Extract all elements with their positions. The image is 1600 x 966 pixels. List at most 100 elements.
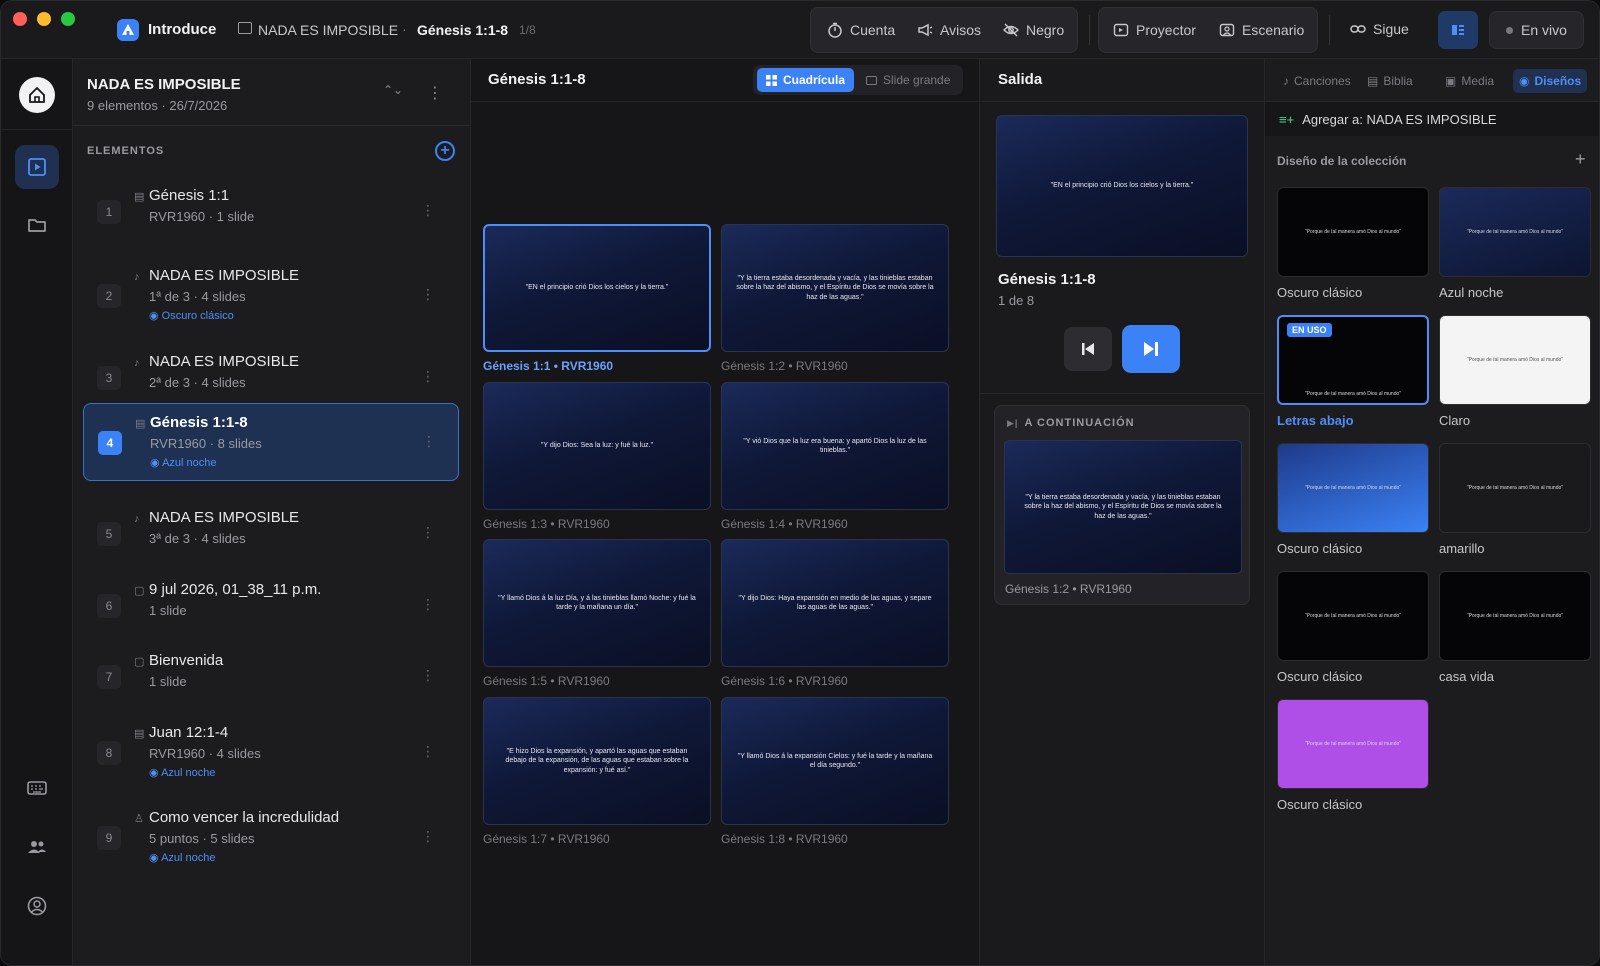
design-sample-text: "Porque de tal manera amó Dios al mundo" (1466, 485, 1564, 491)
element-row-5[interactable]: 5 ♪ NADA ES IMPOSIBLE 3ª de 3 · 4 slides ⋮ (83, 501, 459, 567)
design-card[interactable]: "Porque de tal manera amó Dios al mundo" (1277, 443, 1429, 533)
rail-keyboard-button[interactable] (15, 766, 59, 810)
layout-toggle-button[interactable] (1438, 11, 1478, 49)
rail-divider (1, 129, 73, 130)
tab-media[interactable]: ▣ Media (1439, 69, 1500, 93)
grid-view-button[interactable]: Cuadrícula (757, 68, 855, 92)
slide-thumbnail[interactable]: "EN el principio crió Dios los cielos y … (483, 224, 711, 352)
element-number: 9 (97, 826, 121, 850)
slide-thumbnail[interactable]: "Y vió Dios que la luz era buena: y apar… (721, 382, 949, 510)
rail-account-button[interactable] (15, 884, 59, 928)
more-vertical-icon[interactable]: ⋮ (427, 83, 443, 103)
breadcrumb-list[interactable]: NADA ES IMPOSIBLE (258, 22, 398, 38)
more-vertical-icon[interactable]: ⋮ (421, 524, 435, 541)
design-card[interactable]: "Porque de tal manera amó Dios al mundo" (1277, 571, 1429, 661)
chevron-up-down-icon[interactable]: ⌃⌄ (383, 83, 403, 97)
output-position: 1 de 8 (998, 293, 1035, 308)
tab-bible[interactable]: ▤ Biblia (1361, 69, 1419, 93)
design-card[interactable]: "Porque de tal manera amó Dios al mundo" (1439, 571, 1591, 661)
element-row-3[interactable]: 3 ♪ NADA ES IMPOSIBLE 2ª de 3 · 4 slides ⋮ (83, 345, 459, 411)
follow-button[interactable]: Sigue (1350, 7, 1409, 51)
black-screen-button[interactable]: Negro (1003, 8, 1064, 52)
slide-thumbnail[interactable]: "Y llamó Dios á la expansión Cielos: y f… (721, 697, 949, 825)
go-live-button[interactable]: En vivo (1489, 11, 1584, 49)
rail-present-button[interactable] (15, 145, 59, 189)
more-vertical-icon[interactable]: ⋮ (421, 286, 435, 303)
stage-label: Escenario (1242, 22, 1305, 38)
element-theme: ◉ Oscuro clásico (149, 309, 234, 322)
element-row-6[interactable]: 6 ▢ 9 jul 2026, 01_38_11 p.m. 1 slide ⋮ (83, 573, 459, 639)
more-vertical-icon[interactable]: ⋮ (421, 828, 435, 845)
zoom-window-button[interactable] (61, 12, 75, 26)
element-row-7[interactable]: 7 ▢ Bienvenida 1 slide ⋮ (83, 644, 459, 710)
home-button[interactable] (19, 77, 55, 113)
design-card[interactable]: EN USO "Porque de tal manera amó Dios al … (1277, 315, 1429, 405)
rail-library-button[interactable] (15, 203, 59, 247)
nav-rail (1, 59, 73, 965)
more-vertical-icon[interactable]: ⋮ (421, 667, 435, 684)
up-next-text: "Y la tierra estaba desordenada y vacía,… (1024, 493, 1222, 520)
design-sample-text: "Porque de tal manera amó Dios al mundo" (1466, 229, 1564, 235)
panel-divider (980, 393, 1265, 394)
close-window-button[interactable] (13, 12, 27, 26)
design-card[interactable]: "Porque de tal manera amó Dios al mundo" (1439, 187, 1591, 277)
slide-thumbnail[interactable]: "Y la tierra estaba desordenada y vacía,… (721, 224, 949, 352)
large-slide-button[interactable]: Slide grande (857, 68, 959, 92)
add-design-button[interactable]: + (1575, 149, 1586, 170)
slide-thumbnail[interactable]: "Y dijo Dios: Sea la luz: y fué la luz." (483, 382, 711, 510)
add-to-service-button[interactable]: ≡+ Agregar a: NADA ES IMPOSIBLE (1265, 102, 1599, 136)
service-title[interactable]: NADA ES IMPOSIBLE (87, 76, 241, 93)
next-slide-button[interactable] (1122, 325, 1180, 373)
element-title: Génesis 1:1 (149, 187, 230, 204)
slide-thumbnail[interactable]: "Y llamó Dios á la luz Día, y á las tini… (483, 539, 711, 667)
countdown-button[interactable]: Cuenta (827, 8, 895, 52)
previous-slide-button[interactable] (1064, 327, 1112, 371)
design-card[interactable]: "Porque de tal manera amó Dios al mundo" (1439, 315, 1591, 405)
element-row-8[interactable]: 8 ▤ Juan 12:1-4 RVR1960 · 4 slides ◉ Azul no… (83, 714, 459, 792)
more-vertical-icon[interactable]: ⋮ (421, 743, 435, 760)
resources-panel: ♪ Canciones ▤ Biblia ▣ Media ◉ Diseños ≡+ Ag… (1265, 59, 1599, 965)
announcements-button[interactable]: Avisos (917, 8, 981, 52)
live-status-dot (1506, 26, 1514, 34)
minimize-window-button[interactable] (37, 12, 51, 26)
tab-songs[interactable]: ♪ Canciones (1277, 69, 1357, 93)
element-row-1[interactable]: 1 ▤ Génesis 1:1 RVR1960 · 1 slide ⋮ (83, 179, 459, 245)
design-card[interactable]: "Porque de tal manera amó Dios al mundo" (1439, 443, 1591, 533)
design-card[interactable]: "Porque de tal manera amó Dios al mundo" (1277, 187, 1429, 277)
projector-button[interactable]: Proyector (1113, 8, 1196, 52)
slide-thumbnail[interactable]: "E hizo Dios la expansión, y apartó las … (483, 697, 711, 825)
design-name: Oscuro clásico (1277, 797, 1363, 812)
breadcrumb-current: Génesis 1:1-8 (417, 22, 509, 38)
breadcrumb-separator: · (402, 21, 407, 37)
element-row-2[interactable]: 2 ♪ NADA ES IMPOSIBLE 1ª de 3 · 4 slides ◉ O… (83, 257, 459, 335)
music-icon: ♪ (134, 357, 140, 369)
palette-icon: ◉ (150, 457, 163, 469)
slide-thumbnail[interactable]: "Y dijo Dios: Haya expansión en medio de… (721, 539, 949, 667)
image-icon: ▣ (1445, 74, 1457, 88)
more-vertical-icon[interactable]: ⋮ (421, 202, 435, 219)
toolbar-group-outputs: Proyector Escenario (1098, 7, 1318, 53)
output-preview-text: "EN el principio crió Dios los cielos y … (1050, 182, 1194, 190)
book-icon: ▤ (135, 418, 146, 430)
element-row-4[interactable]: 4 ▤ Génesis 1:1-8 RVR1960 · 8 slides ◉ Azul … (83, 403, 459, 481)
element-row-9[interactable]: 9 ♙ Como vencer la incredulidad 5 puntos · … (83, 799, 459, 877)
more-vertical-icon[interactable]: ⋮ (421, 596, 435, 613)
slide-caption: Génesis 1:6 • RVR1960 (721, 674, 848, 688)
palette-icon: ◉ (149, 852, 162, 864)
stage-icon (1219, 23, 1235, 37)
rail-team-button[interactable] (15, 825, 59, 869)
more-vertical-icon[interactable]: ⋮ (422, 433, 436, 450)
up-next-preview[interactable]: "Y la tierra estaba desordenada y vacía,… (1004, 440, 1242, 574)
home-icon (29, 87, 45, 103)
stage-button[interactable]: Escenario (1219, 8, 1304, 52)
user-circle-icon (27, 896, 47, 916)
add-element-button[interactable]: + (435, 141, 455, 161)
tab-designs[interactable]: ◉ Diseños (1513, 69, 1588, 93)
design-sample-text: "Porque de tal manera amó Dios al mundo" (1304, 229, 1402, 235)
element-title: Como vencer la incredulidad (149, 809, 340, 826)
more-vertical-icon[interactable]: ⋮ (421, 368, 435, 385)
output-preview[interactable]: "EN el principio crió Dios los cielos y … (996, 115, 1248, 257)
design-card[interactable]: "Porque de tal manera amó Dios al mundo" (1277, 699, 1429, 789)
element-meta: 2ª de 3 · 4 slides (149, 375, 246, 390)
element-theme-label: Oscuro clásico (161, 310, 234, 322)
